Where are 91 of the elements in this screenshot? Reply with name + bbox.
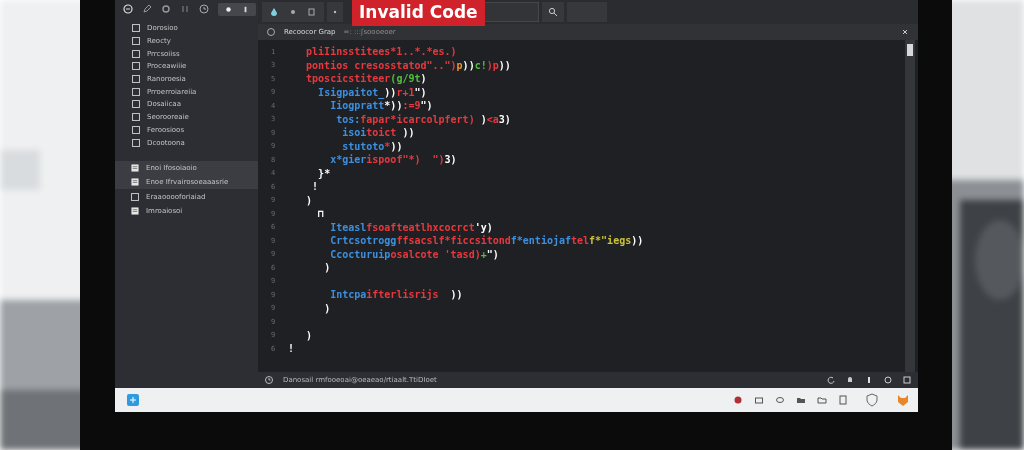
- code-token: x*gier: [330, 154, 367, 166]
- code-token: fapar*icarcolpfert): [360, 113, 475, 125]
- code-token: )): [402, 127, 415, 139]
- view-toggle[interactable]: [218, 2, 256, 16]
- code-token: pliIinsstitees*1..*.*es.): [306, 46, 457, 58]
- shield-icon[interactable]: [865, 393, 879, 407]
- document-icon: [131, 164, 139, 172]
- code-token: tel: [571, 235, 590, 247]
- code-token: )): [631, 235, 644, 247]
- code-token: ): [324, 262, 331, 274]
- square-icon: [132, 113, 140, 122]
- code-token: !: [312, 181, 319, 193]
- code-token: osalcote 'tasd): [390, 248, 481, 260]
- square-icon: [132, 138, 140, 147]
- drop-icon[interactable]: [269, 7, 279, 17]
- code-token: tposcicstiteer: [306, 73, 391, 85]
- code-token: "): [420, 100, 433, 112]
- code-token: ): [480, 113, 487, 125]
- close-icon[interactable]: [900, 27, 910, 37]
- code-token: ): [306, 194, 313, 206]
- code-token: )): [450, 289, 463, 301]
- clock-icon: [266, 27, 276, 37]
- code-token: c!: [474, 59, 487, 71]
- code-token: stutoto: [342, 140, 385, 152]
- code-token: +: [480, 248, 487, 260]
- code-token: tos:: [336, 113, 361, 125]
- code-token: Iiogpratt: [330, 100, 385, 112]
- code-token: Isigpaitot_: [318, 86, 385, 98]
- code-token: ffsacslf*ficcsitond: [396, 235, 511, 247]
- code-token: ispoof"*) "): [366, 154, 445, 166]
- code-token: }*: [318, 167, 331, 179]
- document-icon[interactable]: [838, 395, 848, 405]
- code-token: r+1: [396, 86, 415, 98]
- square-icon: [132, 125, 140, 134]
- code-token: fsoafteatlhxcocrct: [366, 221, 475, 233]
- clock-icon[interactable]: [199, 4, 209, 14]
- code-token: )): [498, 59, 511, 71]
- square-icon: [132, 100, 140, 109]
- code-token: isoi: [342, 127, 367, 139]
- code-token: ): [324, 302, 331, 314]
- code-token: toict: [366, 127, 397, 139]
- search-icon: [548, 7, 558, 17]
- square-icon: [132, 24, 140, 33]
- search-button[interactable]: [542, 2, 564, 22]
- square-icon: [131, 192, 139, 201]
- code-token: Crtcsotrogg: [330, 235, 397, 247]
- caption-label: Invalid Code: [352, 0, 485, 26]
- search-field[interactable]: [483, 2, 539, 22]
- code-token: Intcpa: [330, 289, 367, 301]
- copy-icon[interactable]: [307, 7, 317, 17]
- code-token: ): [420, 73, 427, 85]
- code-token: *)): [384, 100, 403, 112]
- document-icon: [131, 178, 139, 187]
- code-token: ifterlisrijs: [366, 289, 439, 301]
- code-token: 'y): [474, 221, 493, 233]
- code-token: "): [486, 248, 499, 260]
- code-token: (g/9t: [390, 73, 421, 85]
- clock-icon: [264, 375, 274, 385]
- square-icon: [132, 87, 140, 96]
- code-token: )): [462, 59, 475, 71]
- code-token: )p: [486, 59, 499, 71]
- code-token: :=9: [402, 100, 421, 112]
- code-token: *: [384, 140, 391, 152]
- circle-icon[interactable]: [883, 375, 893, 385]
- square-icon: [132, 37, 140, 46]
- code-token: Iteasl: [330, 221, 367, 233]
- code-token: pontios cresosstatod".."): [306, 59, 457, 71]
- code-token: !: [288, 343, 295, 355]
- record-icon[interactable]: [733, 395, 743, 405]
- square-icon[interactable]: [902, 375, 912, 385]
- code-token: f*"iegs: [589, 235, 632, 247]
- square-icon: [132, 75, 140, 84]
- code-token: ⊓: [318, 208, 325, 220]
- square-icon: [132, 49, 140, 58]
- code-token: 3): [444, 154, 457, 166]
- scrollbar[interactable]: [905, 40, 915, 372]
- pencil-icon[interactable]: [142, 4, 152, 14]
- code-token: f*entiojaf: [510, 235, 571, 247]
- folder-icon[interactable]: [817, 395, 827, 405]
- dot-icon[interactable]: [288, 7, 298, 17]
- code-token: Ccocturuip: [330, 248, 391, 260]
- code-token: p: [456, 59, 463, 71]
- code-token: )): [390, 140, 403, 152]
- code-token: "): [414, 86, 427, 98]
- folder-icon[interactable]: [796, 395, 806, 405]
- document-icon: [131, 206, 139, 215]
- code-token: ): [306, 329, 313, 341]
- code-token: <a: [486, 113, 499, 125]
- code-token: 3): [498, 113, 511, 125]
- square-icon: [132, 62, 140, 71]
- code-token: )): [384, 86, 397, 98]
